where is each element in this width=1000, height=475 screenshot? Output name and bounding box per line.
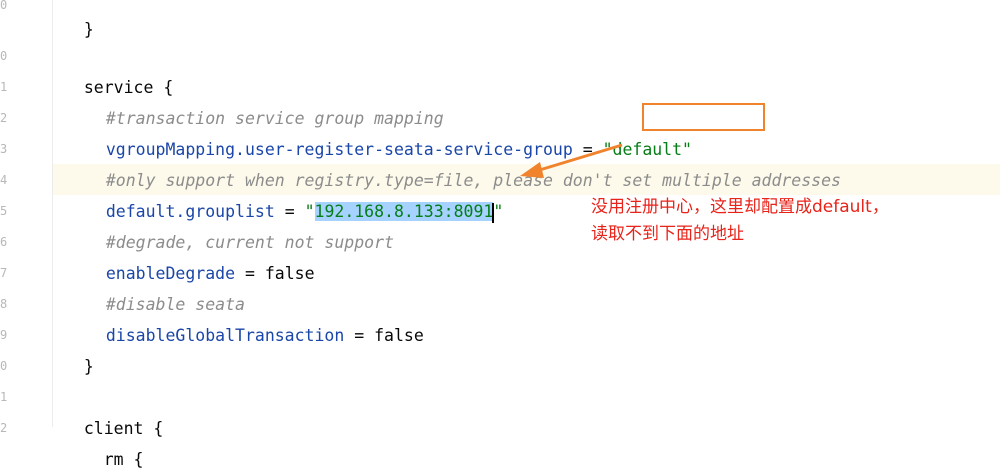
rm-block-open: rm {: [83, 450, 144, 469]
annotation-line-1: 没用注册中心，这里却配置成default，: [591, 197, 889, 217]
annotation-line-2: 读取不到下面的地址: [591, 224, 744, 244]
annotation-note: 没用注册中心，这里却配置成default， 读取不到下面的地址: [591, 194, 889, 248]
